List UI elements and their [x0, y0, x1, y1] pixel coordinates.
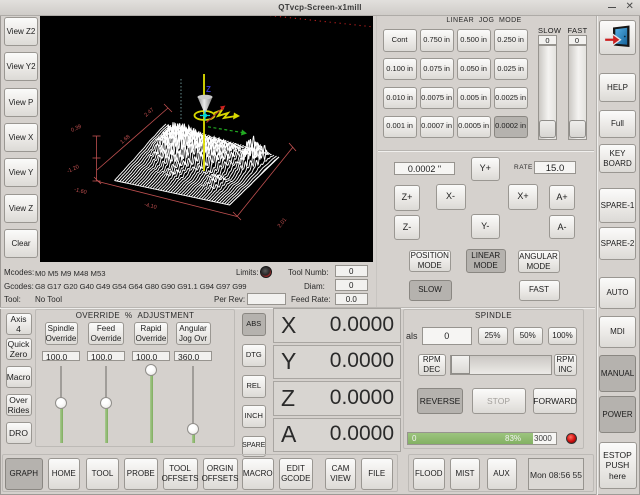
- svg-text:2.01: 2.01: [277, 217, 288, 229]
- svg-text:-1.60: -1.60: [74, 187, 88, 196]
- svg-text:1.68: 1.68: [119, 134, 131, 145]
- svg-text:0.39: 0.39: [70, 124, 82, 134]
- svg-text:Z: Z: [206, 85, 211, 94]
- svg-text:-1.20: -1.20: [66, 164, 80, 175]
- svg-text:-4.10: -4.10: [144, 202, 158, 211]
- svg-text:2.47: 2.47: [143, 107, 155, 118]
